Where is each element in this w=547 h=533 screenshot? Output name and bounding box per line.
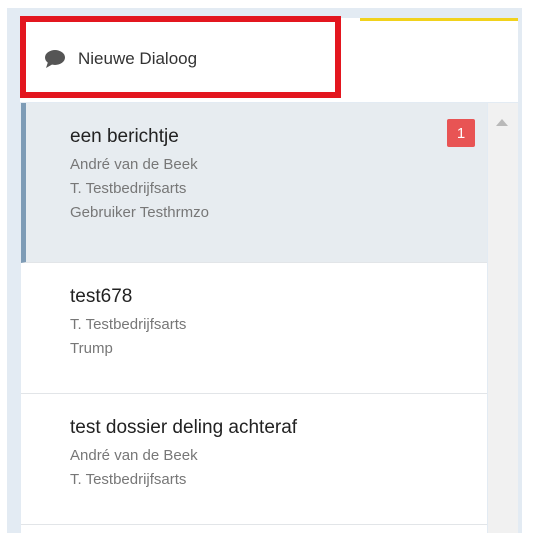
conversation-participant: Gebruiker Testhrmzo xyxy=(70,204,209,221)
unread-badge: 1 xyxy=(447,119,475,147)
conversation-item[interactable]: test dossier deling achteraf André van d… xyxy=(21,394,487,525)
scroll-up-arrow-icon[interactable] xyxy=(496,119,508,126)
conversation-title: een berichtje xyxy=(70,126,179,147)
conversation-participant: T. Testbedrijfsarts xyxy=(70,316,187,333)
conversation-item[interactable]: test678 T. Testbedrijfsarts Trump xyxy=(21,263,487,394)
conversation-participant: André van de Beek xyxy=(70,156,198,173)
conversation-item-selected[interactable]: een berichtje André van de Beek T. Testb… xyxy=(21,103,487,263)
conversation-title: test678 xyxy=(70,286,133,307)
conversation-participant: Trump xyxy=(70,340,113,357)
list-scrollbar[interactable] xyxy=(488,103,518,533)
header-accent-bar xyxy=(360,18,518,21)
conversation-title: test dossier deling achteraf xyxy=(70,417,298,438)
conversation-participant: T. Testbedrijfsarts xyxy=(70,471,187,488)
dialog-sidebar: Nieuwe Dialoog een berichtje André van d… xyxy=(0,0,547,533)
conversation-participant: André van de Beek xyxy=(70,447,198,464)
conversation-participant: T. Testbedrijfsarts xyxy=(70,180,187,197)
conversation-list: een berichtje André van de Beek T. Testb… xyxy=(21,103,487,533)
highlight-box xyxy=(20,16,341,98)
